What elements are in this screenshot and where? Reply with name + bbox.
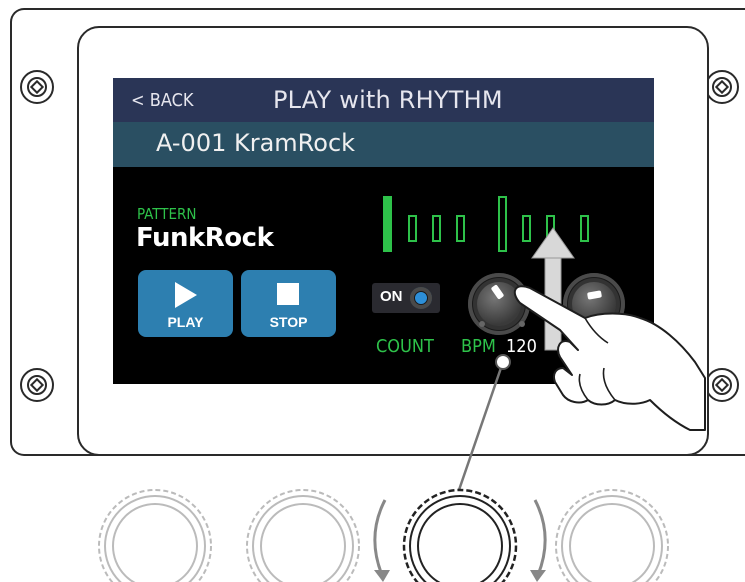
dial-2 — [246, 489, 360, 582]
screw-icon — [705, 368, 739, 402]
beat-marker — [408, 215, 417, 242]
level-knob[interactable] — [563, 273, 625, 335]
knob-dot — [479, 321, 485, 327]
play-label: PLAY — [167, 314, 204, 330]
count-toggle[interactable]: ON — [372, 283, 440, 313]
knob-dot — [519, 321, 525, 327]
beat-marker — [432, 215, 441, 242]
dial-3-active — [402, 488, 518, 582]
pattern-value[interactable]: FunkRock — [136, 223, 274, 253]
beat-marker — [546, 215, 555, 242]
toggle-knob — [410, 287, 432, 309]
beat-marker — [580, 215, 589, 242]
dial-1 — [98, 489, 212, 582]
rotate-arrow-icon — [373, 499, 387, 576]
beat-marker — [522, 215, 531, 242]
beat-marker — [383, 196, 392, 252]
back-button[interactable]: < BACK — [131, 90, 194, 111]
screw-icon — [20, 368, 54, 402]
screw-icon — [705, 70, 739, 104]
stop-button[interactable]: STOP — [241, 270, 336, 337]
play-icon — [175, 282, 197, 308]
bpm-value: 120 — [506, 336, 537, 357]
pattern-label: PATTERN — [137, 205, 197, 223]
dial-4 — [555, 489, 669, 582]
touch-screen: < BACK PLAY with RHYTHM A-001 KramRock P… — [113, 78, 654, 384]
count-label: COUNT — [376, 336, 434, 357]
patch-bar: A-001 KramRock — [113, 122, 654, 167]
title-bar: < BACK PLAY with RHYTHM — [113, 78, 654, 122]
screw-icon — [20, 70, 54, 104]
dial-row — [98, 488, 669, 582]
count-toggle-state: ON — [380, 288, 403, 305]
stop-icon — [277, 283, 299, 305]
screen-title: PLAY with RHYTHM — [273, 86, 503, 114]
beat-marker — [498, 196, 507, 252]
stop-label: STOP — [269, 314, 308, 330]
patch-name: A-001 KramRock — [156, 129, 356, 157]
rotate-arrow-icon — [533, 499, 547, 576]
play-button[interactable]: PLAY — [138, 270, 233, 337]
beat-marker — [456, 215, 465, 242]
bpm-label: BPM — [461, 336, 496, 357]
